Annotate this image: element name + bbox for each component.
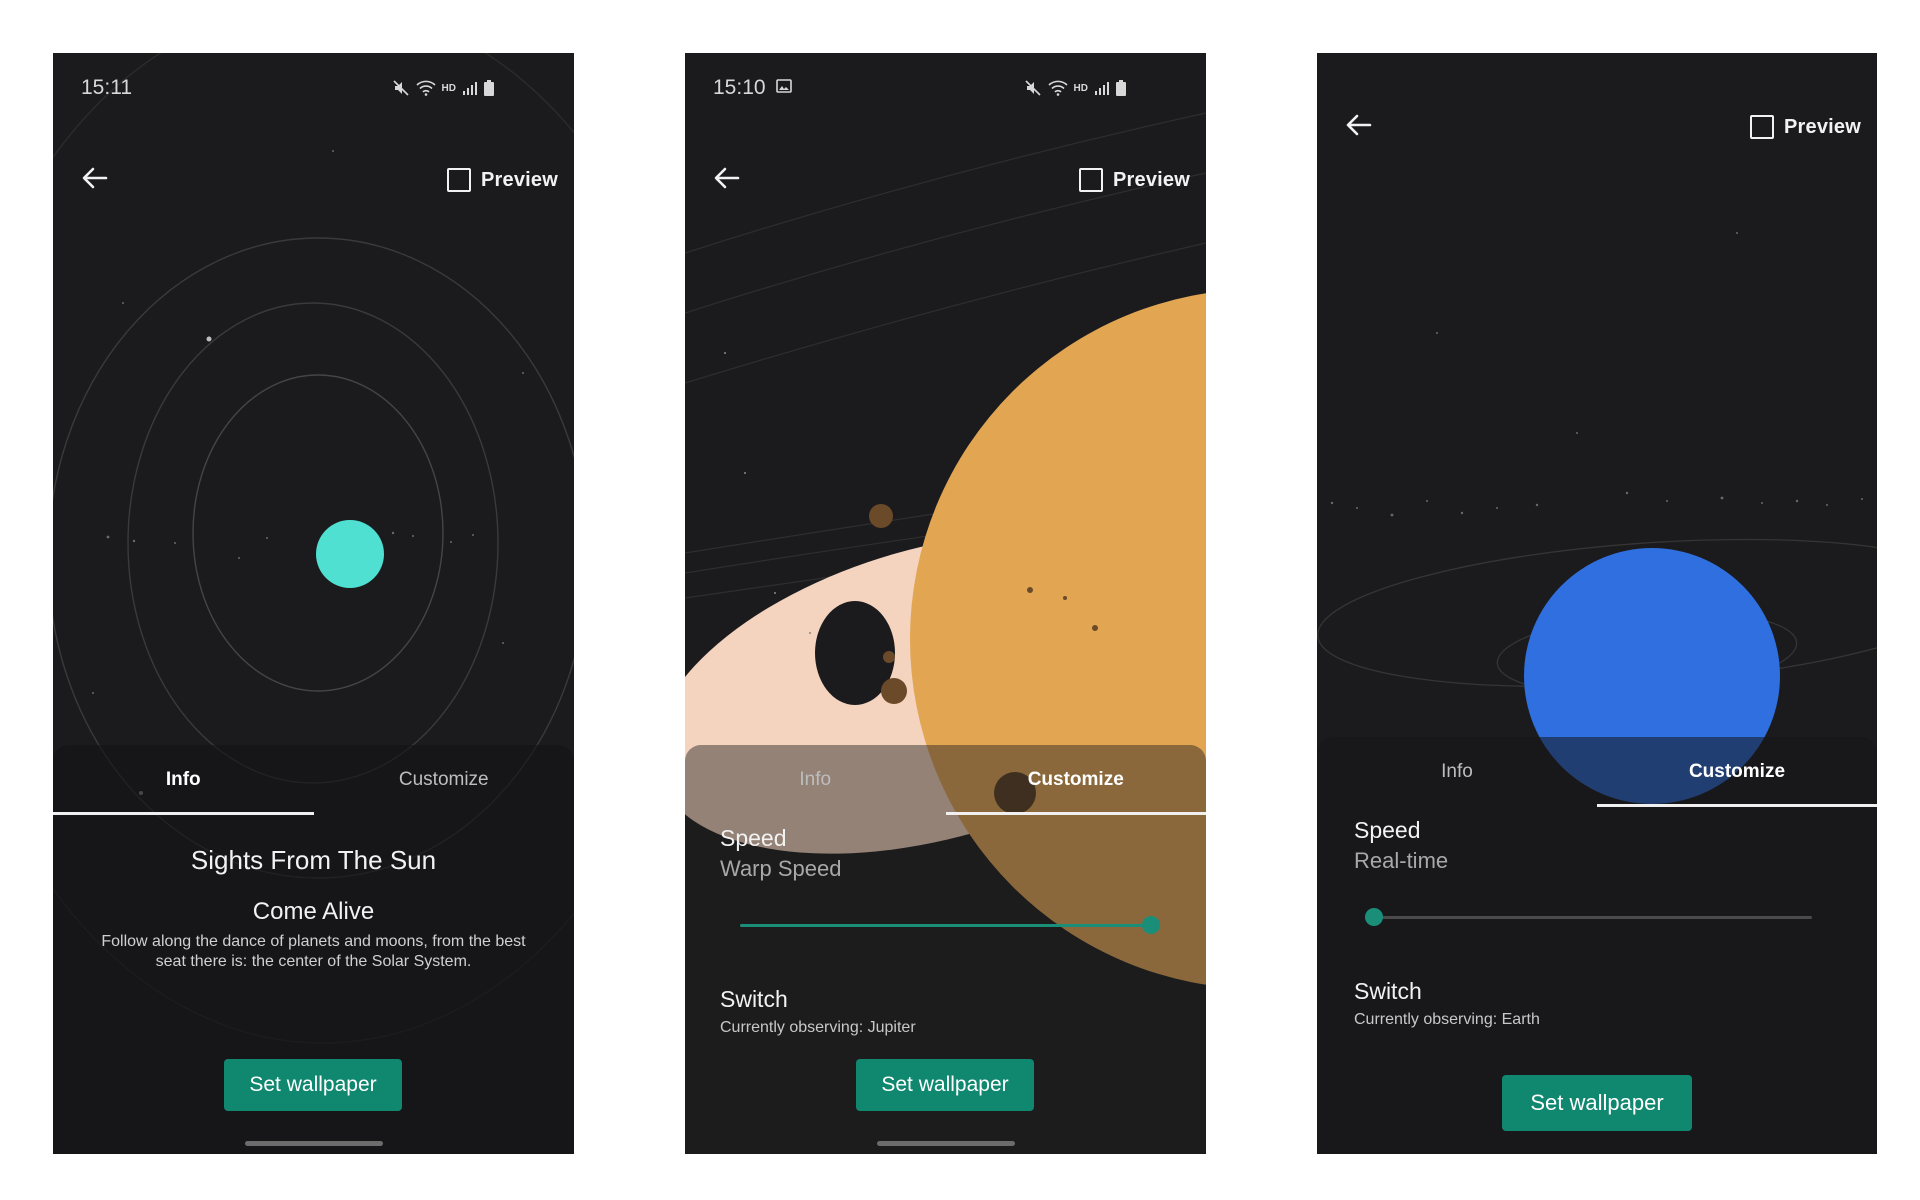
speed-value: Real-time: [1354, 848, 1449, 873]
home-indicator[interactable]: [876, 1141, 1015, 1146]
battery-icon: [1116, 80, 1126, 96]
phone-screen-sun: 15:11 HD Preview Info Customize Sights F…: [53, 53, 574, 1154]
top-app-bar: Preview: [1317, 97, 1877, 157]
battery-icon: [484, 80, 494, 96]
image-icon: [775, 76, 792, 100]
back-button[interactable]: [75, 160, 115, 200]
back-button[interactable]: [1339, 107, 1379, 147]
speed-label: Speed: [1354, 817, 1421, 843]
tab-customize[interactable]: Customize: [1597, 737, 1877, 807]
checkbox-icon: [1749, 115, 1774, 139]
tab-info[interactable]: Info: [1317, 737, 1597, 807]
switch-label: Switch: [1354, 978, 1422, 1004]
signal-icon: [462, 81, 478, 95]
slider-fill: [740, 924, 1151, 927]
hd-badge: HD: [1073, 82, 1088, 94]
preview-checkbox[interactable]: Preview: [446, 168, 558, 192]
preview-label: Preview: [1783, 115, 1861, 138]
hd-badge: HD: [441, 82, 456, 94]
back-arrow-icon: [82, 166, 108, 195]
preview-checkbox[interactable]: Preview: [1749, 115, 1861, 139]
mute-icon: [1024, 79, 1042, 97]
back-arrow-icon: [714, 166, 740, 195]
preview-checkbox[interactable]: Preview: [1078, 168, 1190, 192]
status-bar: 15:10 HD: [685, 53, 1206, 123]
home-indicator[interactable]: [244, 1141, 383, 1146]
slider-thumb[interactable]: [1142, 916, 1160, 934]
phone-screen-earth: Preview Info Customize Speed Real-time S…: [1317, 53, 1877, 1154]
back-button[interactable]: [707, 160, 747, 200]
wifi-icon: [415, 80, 436, 96]
customize-content: Speed Warp Speed Switch Currently observ…: [685, 815, 1206, 1037]
switch-value[interactable]: Currently observing: Earth: [1354, 1011, 1817, 1029]
status-time: 15:10: [713, 76, 766, 99]
wallpaper-subtitle: Come Alive: [252, 898, 375, 925]
speed-value: Warp Speed: [720, 856, 842, 881]
tab-bar: Info Customize: [53, 745, 574, 815]
tab-info[interactable]: Info: [53, 745, 314, 815]
status-bar: 15:11 HD: [53, 53, 574, 123]
tab-bar: Info Customize: [685, 745, 1206, 815]
tab-customize[interactable]: Customize: [314, 745, 575, 815]
slider-thumb[interactable]: [1365, 908, 1383, 926]
speed-slider[interactable]: [740, 910, 1160, 940]
slider-track: [1374, 916, 1812, 919]
top-app-bar: Preview: [53, 150, 574, 210]
signal-icon: [1094, 81, 1110, 95]
speed-slider[interactable]: [1365, 902, 1812, 932]
mute-icon: [392, 79, 410, 97]
phone-screen-jupiter: 15:10 HD Preview Info Customize Speed Wa…: [685, 53, 1206, 1154]
tab-customize[interactable]: Customize: [945, 745, 1207, 815]
wifi-icon: [1047, 80, 1068, 96]
wallpaper-title: Sights From The Sun: [190, 845, 437, 875]
set-wallpaper-button[interactable]: Set wallpaper: [224, 1059, 402, 1111]
tab-info[interactable]: Info: [685, 745, 946, 815]
info-content: Sights From The Sun Come Alive Follow al…: [53, 815, 574, 972]
set-wallpaper-button[interactable]: Set wallpaper: [856, 1059, 1034, 1111]
set-wallpaper-button[interactable]: Set wallpaper: [1502, 1075, 1692, 1131]
checkbox-icon: [1078, 168, 1103, 192]
switch-value[interactable]: Currently observing: Jupiter: [720, 1019, 1171, 1037]
preview-label: Preview: [480, 168, 558, 191]
preview-label: Preview: [1112, 168, 1190, 191]
wallpaper-description: Follow along the dance of planets and mo…: [101, 933, 526, 970]
speed-label: Speed: [720, 825, 787, 851]
top-app-bar: Preview: [685, 150, 1206, 210]
back-arrow-icon: [1346, 113, 1372, 142]
status-time: 15:11: [81, 76, 132, 99]
checkbox-icon: [446, 168, 471, 192]
tab-bar: Info Customize: [1317, 737, 1877, 807]
screenshot-canvas: 15:11 HD Preview Info Customize Sights F…: [0, 0, 1920, 1200]
customize-content: Speed Real-time Switch Currently observi…: [1317, 807, 1877, 1029]
switch-label: Switch: [720, 986, 788, 1012]
